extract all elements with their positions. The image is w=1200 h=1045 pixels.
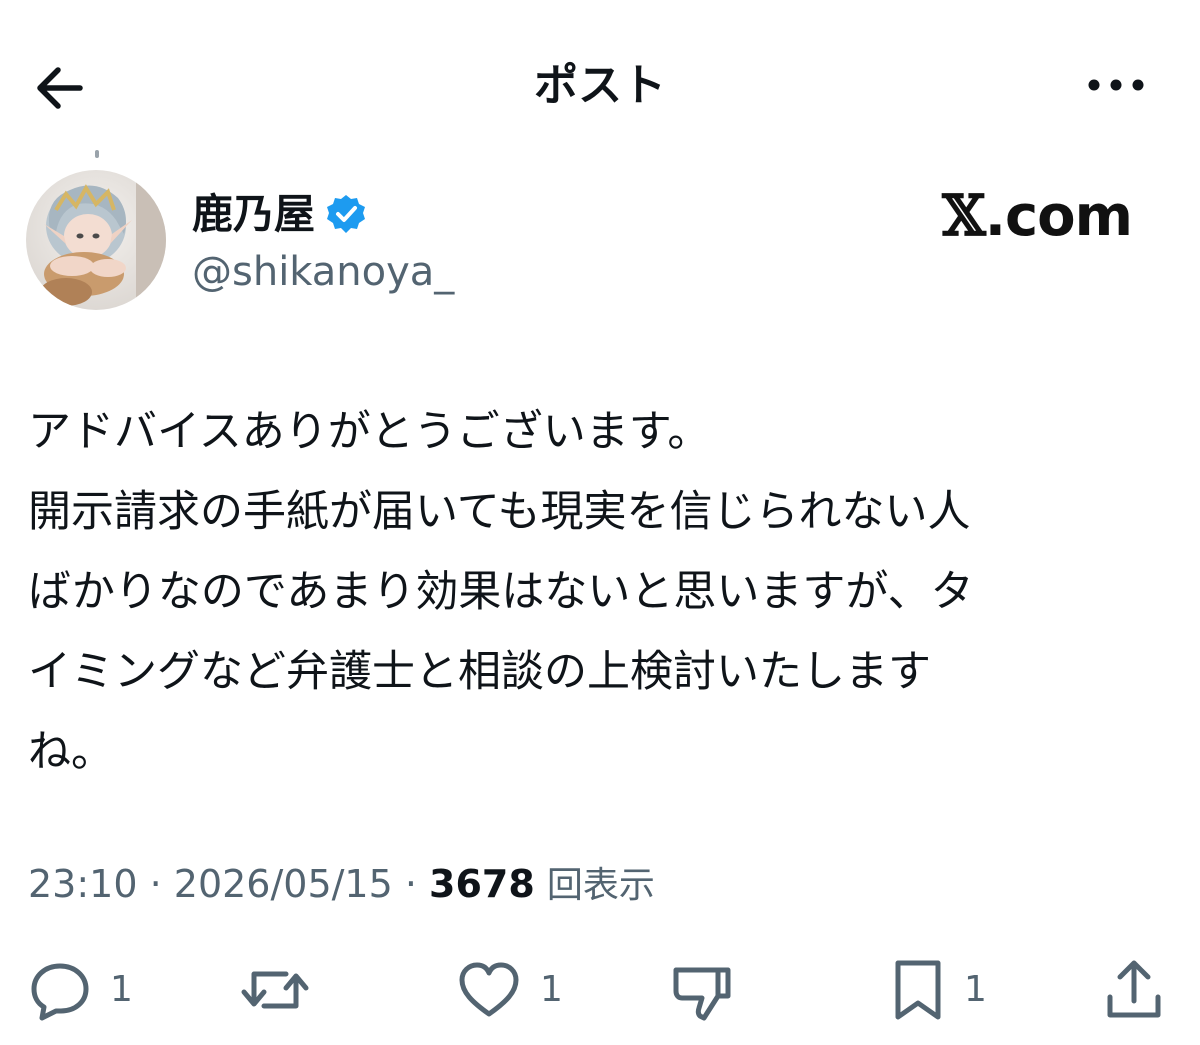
watermark-domain: .com	[984, 184, 1133, 249]
bookmark-button[interactable]: 1	[890, 950, 987, 1030]
heart-icon	[459, 962, 519, 1017]
verified-badge-icon	[327, 195, 365, 233]
tweet-line: ばかりなのであまり効果はないと思いますが、タ	[28, 567, 974, 617]
tweet-line: ね。	[28, 727, 114, 777]
reply-count: 1	[110, 969, 133, 1010]
reply-icon	[31, 963, 89, 1021]
action-bar: 1 1 1	[0, 950, 1200, 1030]
tweet-line: アドバイスありがとうございます。	[28, 407, 711, 457]
page-title: ポスト	[534, 60, 666, 111]
meta-separator: ·	[137, 862, 174, 906]
views-count: 3678	[429, 862, 535, 906]
avatar-image	[26, 170, 166, 310]
dislike-button[interactable]	[670, 950, 734, 1030]
repost-button[interactable]	[240, 950, 310, 1030]
more-button[interactable]	[1084, 70, 1148, 100]
thumbs-down-icon	[673, 967, 731, 1021]
x-com-watermark: 𝕏.com	[942, 183, 1133, 249]
post-time[interactable]: 23:10	[28, 862, 138, 906]
views-label: 回表示	[546, 865, 655, 906]
post-date[interactable]: 2026/05/15	[174, 862, 393, 906]
display-name[interactable]: 鹿乃屋	[192, 186, 315, 242]
top-bar: ポスト	[0, 0, 1200, 150]
like-count: 1	[540, 969, 563, 1010]
user-handle[interactable]: @shikanoya_	[192, 246, 454, 298]
tweet-text: アドバイスありがとうございます。 開示請求の手紙が届いても現実を信じられない人 …	[28, 392, 1158, 792]
bookmark-icon	[895, 960, 941, 1020]
repost-icon	[241, 971, 309, 1009]
author-name-row: 鹿乃屋	[192, 184, 367, 244]
share-icon	[1107, 960, 1161, 1018]
avatar[interactable]	[26, 170, 166, 310]
x-logo-icon: 𝕏	[942, 183, 985, 249]
post-meta: 23:10 · 2026/05/15 · 3678 回表示	[28, 856, 655, 914]
more-horizontal-icon	[1088, 79, 1144, 91]
bookmark-count: 1	[964, 969, 987, 1010]
tweet-line: 開示請求の手紙が届いても現実を信じられない人	[28, 487, 971, 537]
meta-separator: ·	[392, 862, 430, 906]
share-button[interactable]	[1104, 950, 1164, 1030]
like-button[interactable]: 1	[456, 950, 563, 1030]
reply-button[interactable]: 1	[28, 950, 133, 1030]
tweet-line: イミングなど弁護士と相談の上検討いたします	[28, 647, 931, 697]
thread-connector	[95, 150, 99, 158]
